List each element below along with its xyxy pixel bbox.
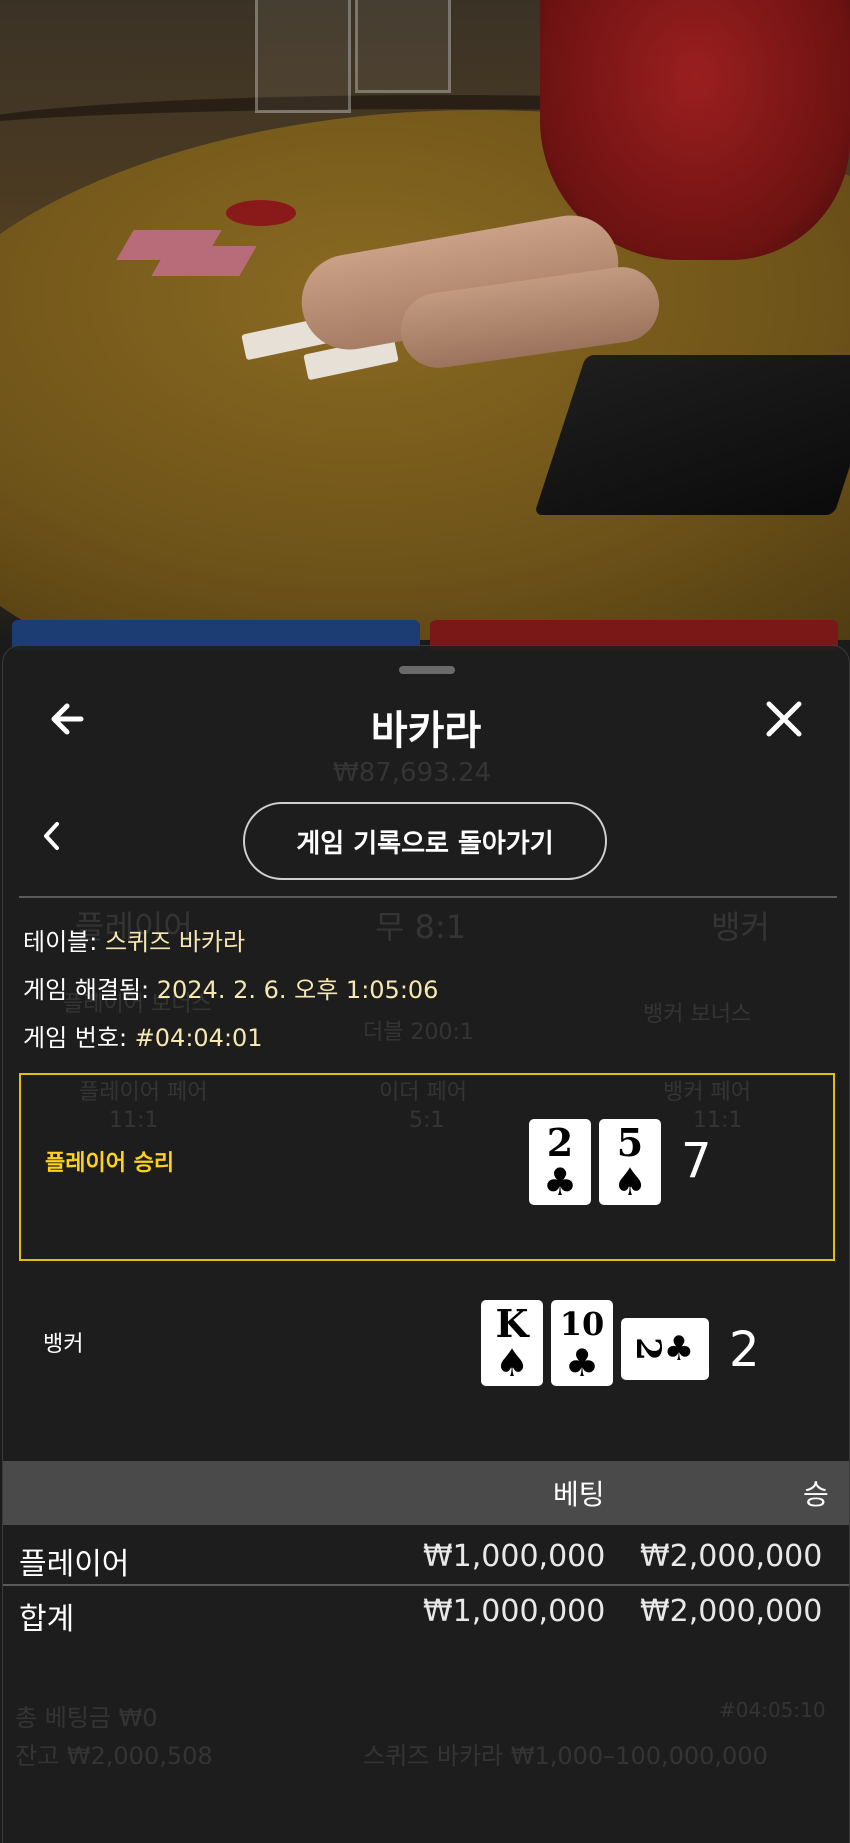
total-bet-amount: ₩1,000,000 — [423, 1594, 606, 1629]
card-rank: 2 — [627, 1337, 668, 1361]
bets-table-header: 베팅 승 — [3, 1461, 849, 1525]
table-info: 테이블: 스퀴즈 바카라 — [23, 922, 245, 957]
bet-amount: ₩1,000,000 — [423, 1539, 606, 1574]
bg-balance: ₩87,693.24 — [333, 758, 492, 788]
club-icon: ♣ — [542, 1159, 578, 1204]
divider — [19, 896, 837, 898]
glass — [255, 0, 351, 113]
playing-card: K ♠ — [481, 1300, 543, 1386]
close-icon[interactable] — [759, 694, 809, 744]
table-label: 테이블: — [23, 928, 105, 956]
sheet-title: 바카라 — [370, 708, 482, 754]
total-label: 합계 — [19, 1602, 75, 1637]
player-score: 7 — [681, 1133, 712, 1189]
bg-banker-spot: 뱅커 — [711, 908, 770, 946]
card-shoe — [534, 355, 850, 515]
glass — [355, 0, 451, 93]
table-row: 플레이어 ₩1,000,000 ₩2,000,000 — [3, 1531, 849, 1587]
card-rank: 5 — [616, 1120, 644, 1165]
win-column-header: 승 — [803, 1478, 829, 1511]
back-to-history-button[interactable]: 게임 기록으로 돌아가기 — [243, 802, 607, 880]
banker-result-label: 뱅커 — [43, 1332, 84, 1357]
spade-icon: ♠ — [494, 1340, 530, 1385]
game-number-info: 게임 번호: #04:04:01 — [23, 1018, 263, 1053]
resolved-info: 게임 해결됨: 2024. 2. 6. 오후 1:05:06 — [23, 970, 438, 1005]
table-value: 스퀴즈 바카라 — [104, 928, 246, 956]
spade-icon: ♠ — [612, 1159, 648, 1204]
player-result-label: 플레이어 승리 — [45, 1151, 175, 1176]
playing-card-sideways: 2 ♣ — [621, 1318, 709, 1380]
game-number-label: 게임 번호: — [23, 1024, 135, 1052]
banker-score: 2 — [729, 1322, 760, 1378]
playing-card: 10 ♣ — [551, 1300, 613, 1386]
win-amount: ₩2,000,000 — [640, 1539, 823, 1574]
resolved-label: 게임 해결됨: — [23, 976, 157, 1004]
bg-balance-amount: 잔고 ₩2,000,508 — [15, 1742, 213, 1770]
bg-tie-double: 더블 200:1 — [363, 1020, 474, 1045]
club-icon: ♣ — [663, 1329, 695, 1369]
bet-column-header: 베팅 — [553, 1478, 605, 1511]
bet-name: 플레이어 — [19, 1547, 130, 1582]
bg-table-limits: 스퀴즈 바카라 ₩1,000–100,000,000 — [363, 1742, 768, 1770]
card-rank: 10 — [559, 1305, 605, 1343]
table-row: 합계 ₩1,000,000 ₩2,000,000 — [3, 1586, 849, 1642]
bg-game-ref: #04:05:10 — [719, 1698, 826, 1722]
club-icon: ♣ — [564, 1340, 600, 1385]
card-rank: K — [495, 1301, 529, 1346]
chevron-left-icon[interactable] — [37, 816, 67, 856]
game-history-sheet: ₩87,693.24 플레이어 무 8:1 뱅커 플레이어 보너스 더블 200… — [2, 645, 850, 1843]
total-win-amount: ₩2,000,000 — [640, 1594, 823, 1629]
game-number-value: #04:04:01 — [134, 1024, 263, 1052]
card-back — [151, 246, 257, 276]
player-result-row: 플레이어 승리 2 ♣ 5 ♠ 7 — [19, 1073, 835, 1261]
bg-total-bet: 총 베팅금 ₩0 — [15, 1704, 158, 1732]
card-rank: 2 — [546, 1120, 574, 1165]
banker-result-row: 뱅커 K ♠ 10 ♣ 2 ♣ 2 — [19, 1264, 835, 1440]
bg-banker-bonus: 뱅커 보너스 — [643, 1002, 752, 1027]
live-video-feed — [0, 0, 850, 640]
playing-card: 2 ♣ — [529, 1119, 591, 1205]
playing-card: 5 ♠ — [599, 1119, 661, 1205]
drag-handle[interactable] — [399, 666, 455, 674]
resolved-value: 2024. 2. 6. 오후 1:05:06 — [156, 976, 439, 1004]
bg-tie-spot: 무 8:1 — [375, 908, 467, 946]
chip — [226, 200, 296, 226]
